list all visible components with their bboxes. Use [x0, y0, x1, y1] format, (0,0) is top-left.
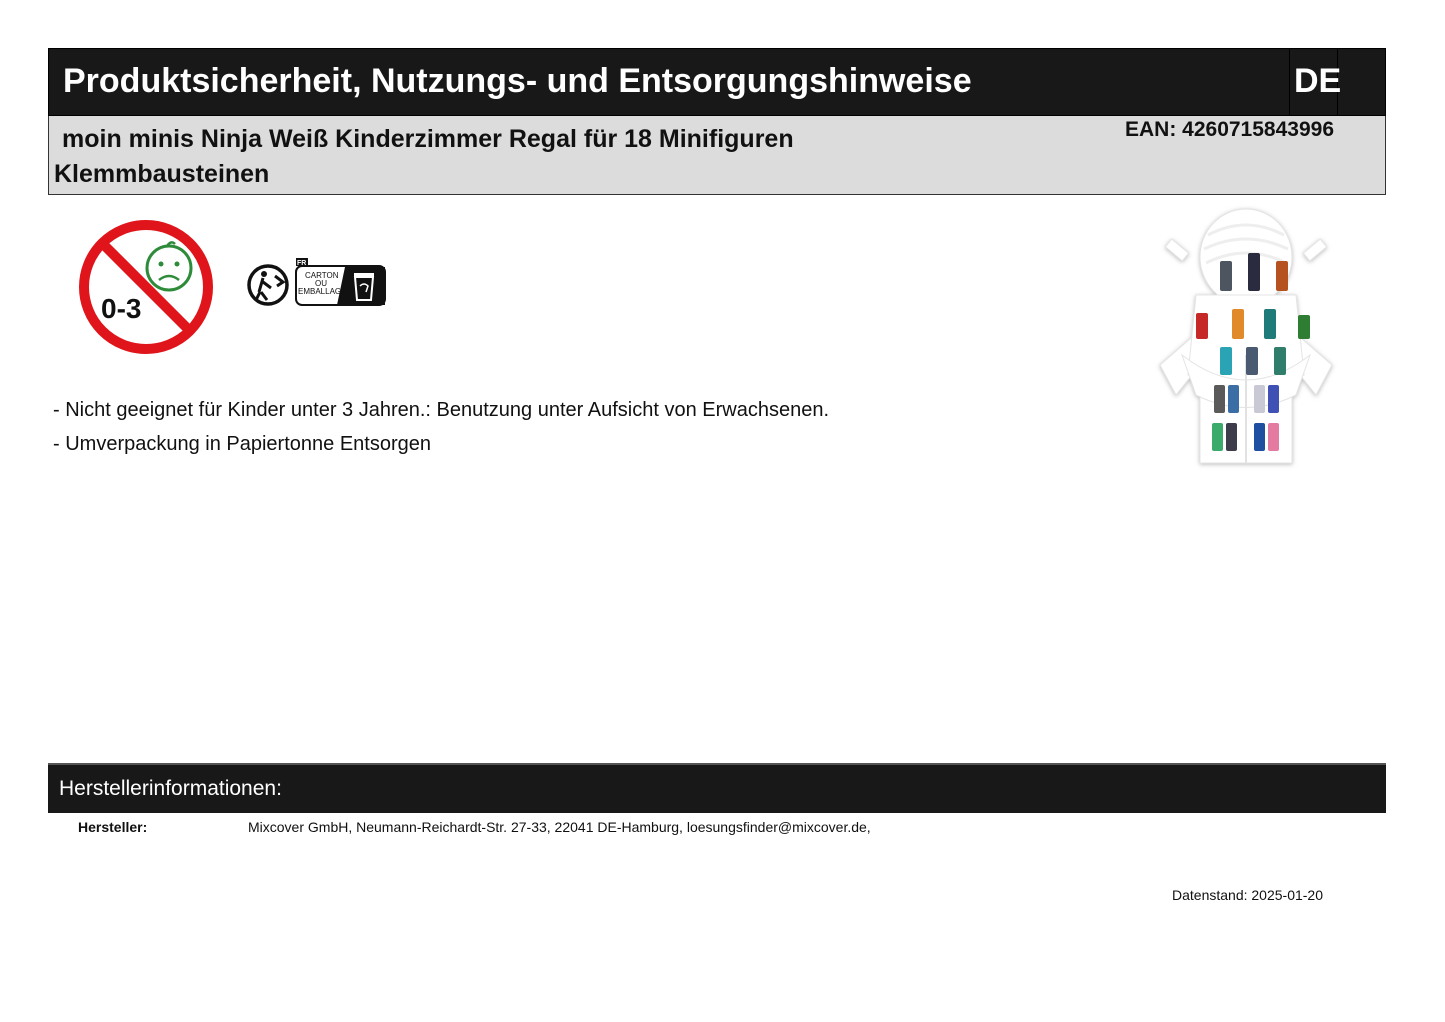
- manufacturer-value: Mixcover GmbH, Neumann-Reichardt-Str. 27…: [248, 819, 871, 835]
- disposal-note: - Umverpackung in Papiertonne Entsorgen: [53, 433, 431, 455]
- data-date: Datenstand: 2025-01-20: [1172, 887, 1323, 903]
- minifigure-row-3: [1220, 347, 1286, 375]
- age-label: 0-3: [101, 293, 141, 324]
- manufacturer-label: Hersteller:: [78, 819, 148, 835]
- product-bar: moin minis Ninja Weiß Kinderzimmer Regal…: [48, 116, 1386, 195]
- manufacturer-section-title: Herstellerinformationen:: [59, 777, 282, 800]
- recycle-line-3: EMBALLAGE: [298, 287, 346, 296]
- ean-code: EAN: 4260715843996: [1125, 118, 1334, 141]
- triman-recycling-icon: FR CARTON OU EMBALLAGE: [247, 258, 386, 306]
- ninja-shelf-product-image: [1159, 208, 1333, 464]
- product-name: moin minis Ninja Weiß Kinderzimmer Regal…: [54, 125, 794, 188]
- safety-note: - Nicht geeignet für Kinder unter 3 Jahr…: [53, 399, 830, 421]
- not-suitable-under-3-icon: 0-3: [79, 220, 213, 354]
- language-code: DE: [1294, 62, 1342, 100]
- safety-notes-list: - Nicht geeignet für Kinder unter 3 Jahr…: [53, 393, 829, 461]
- triman-icon: [247, 264, 289, 306]
- manufacturer-section-bar: Herstellerinformationen:: [48, 763, 1386, 813]
- header-bar: Produktsicherheit, Nutzungs- und Entsorg…: [48, 48, 1386, 116]
- page-title: Produktsicherheit, Nutzungs- und Entsorg…: [63, 62, 972, 100]
